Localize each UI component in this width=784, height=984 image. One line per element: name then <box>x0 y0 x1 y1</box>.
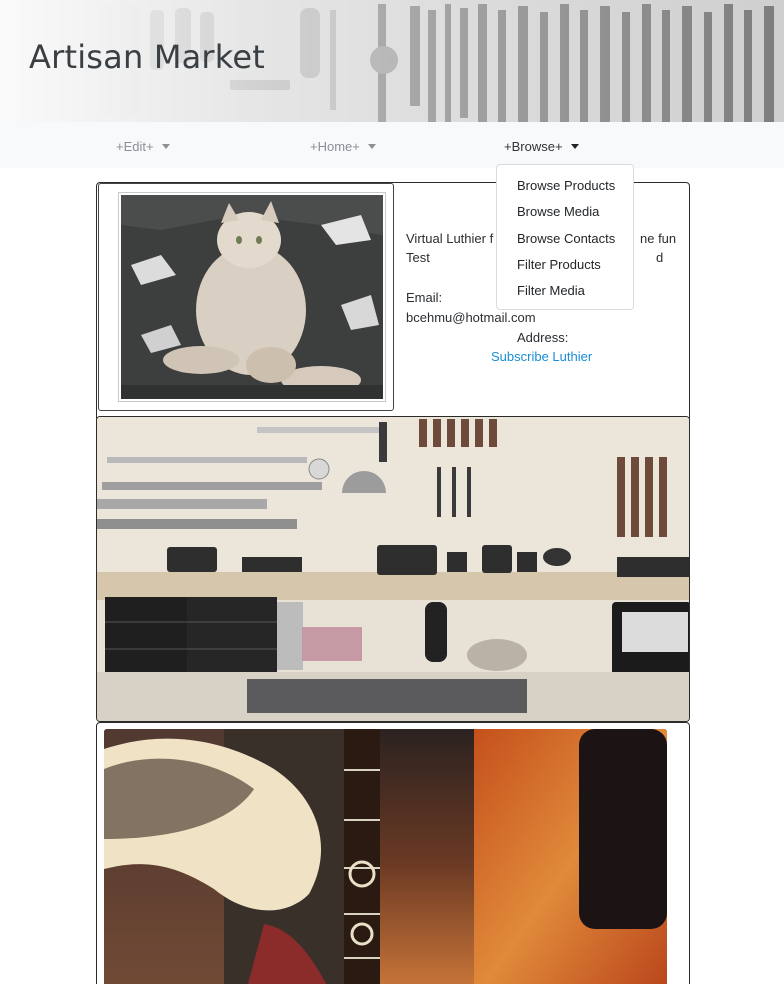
luthier-description-right: ne fun d <box>640 229 676 267</box>
caret-down-icon <box>367 144 376 149</box>
workshop-image-card <box>96 416 690 722</box>
menu-item-filter-products[interactable]: Filter Products <box>497 252 633 278</box>
guitar-cat-photo-image <box>104 729 667 984</box>
guitar-cat-photo <box>104 729 667 984</box>
site-title: Artisan Market <box>29 38 266 76</box>
menu-item-filter-media[interactable]: Filter Media <box>497 278 633 304</box>
menu-item-browse-contacts[interactable]: Browse Contacts <box>497 226 633 252</box>
email-label: Email: <box>406 290 443 305</box>
menu-item-browse-products[interactable]: Browse Products <box>497 173 633 199</box>
description-line-2: Test <box>406 250 430 265</box>
guitar-image-card <box>96 722 690 984</box>
cat-photo-image <box>121 195 383 399</box>
description-line-1: Virtual Luthier f <box>406 231 494 246</box>
description-line-2-tail: d <box>656 250 664 265</box>
navbar: +Edit+ +Home+ +Browse+ <box>0 122 784 168</box>
nav-browse-dropdown[interactable]: +Browse+ <box>504 139 579 154</box>
nav-edit-label: +Edit+ <box>116 139 154 154</box>
luthier-description: Virtual Luthier f Test <box>406 229 493 267</box>
profile-photo <box>118 192 386 402</box>
nav-home-label: +Home+ <box>310 139 360 154</box>
description-line-1-tail: ne fun <box>640 231 677 246</box>
nav-home-dropdown[interactable]: +Home+ <box>310 139 376 154</box>
caret-down-icon <box>570 144 579 149</box>
subscribe-luthier-link[interactable]: Subscribe Luthier <box>491 347 592 366</box>
menu-item-browse-media[interactable]: Browse Media <box>497 199 633 225</box>
browse-dropdown-menu: Browse Products Browse Media Browse Cont… <box>496 164 634 310</box>
address-label: Address: <box>517 330 569 345</box>
nav-edit-dropdown[interactable]: +Edit+ <box>116 139 170 154</box>
caret-down-icon <box>161 144 170 149</box>
email-value: bcehmu@hotmail.com <box>406 310 536 325</box>
nav-browse-label: +Browse+ <box>504 139 563 154</box>
workshop-photo-image <box>97 417 689 721</box>
header-banner: Artisan Market <box>0 0 784 122</box>
